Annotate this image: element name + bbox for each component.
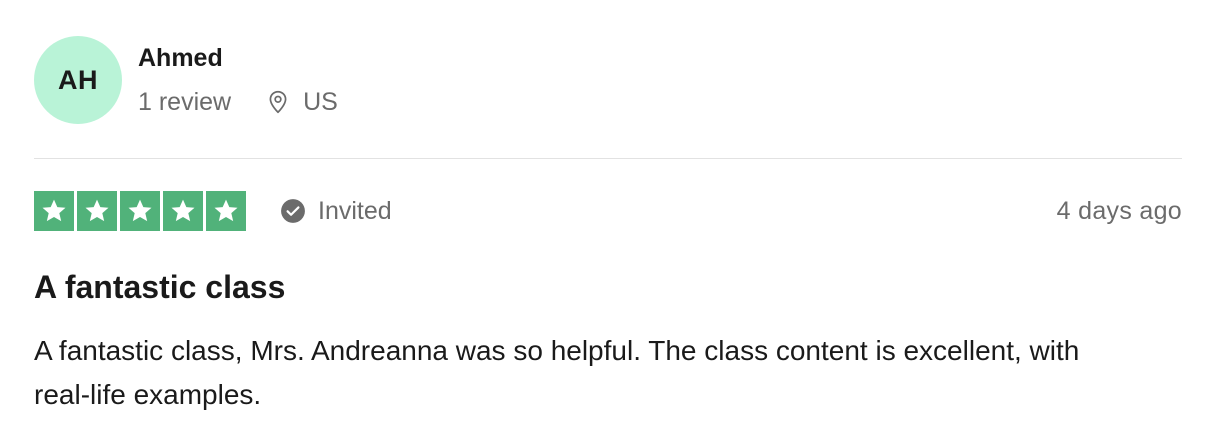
review-title[interactable]: A fantastic class xyxy=(34,267,1182,307)
star-rating xyxy=(34,191,246,231)
consumer-name[interactable]: Ahmed xyxy=(138,43,338,73)
star-icon xyxy=(120,191,160,231)
consumer-meta: 1 review US xyxy=(138,87,338,117)
review-count: 1 review xyxy=(138,88,232,116)
star-icon xyxy=(34,191,74,231)
map-pin-icon xyxy=(265,89,291,115)
star-icon xyxy=(163,191,203,231)
location-label: US xyxy=(303,88,338,116)
invited-label: Invited xyxy=(318,196,392,225)
consumer-info-section: AH Ahmed 1 review US xyxy=(34,36,1182,126)
review-card: AH Ahmed 1 review US Invited 4 days ago … xyxy=(34,36,1182,417)
star-icon xyxy=(206,191,246,231)
divider xyxy=(34,158,1182,159)
star-icon xyxy=(77,191,117,231)
rating-and-status: Invited xyxy=(34,191,392,231)
consumer-details: Ahmed 1 review US xyxy=(138,36,338,117)
review-body: A fantastic class, Mrs. Andreanna was so… xyxy=(34,335,1080,410)
avatar[interactable]: AH xyxy=(34,36,122,124)
check-circle-icon xyxy=(280,198,306,224)
review-date: 4 days ago xyxy=(1056,196,1182,225)
review-header: Invited 4 days ago xyxy=(34,191,1182,231)
consumer-location: US xyxy=(265,87,338,117)
invited-badge: Invited xyxy=(280,197,392,226)
